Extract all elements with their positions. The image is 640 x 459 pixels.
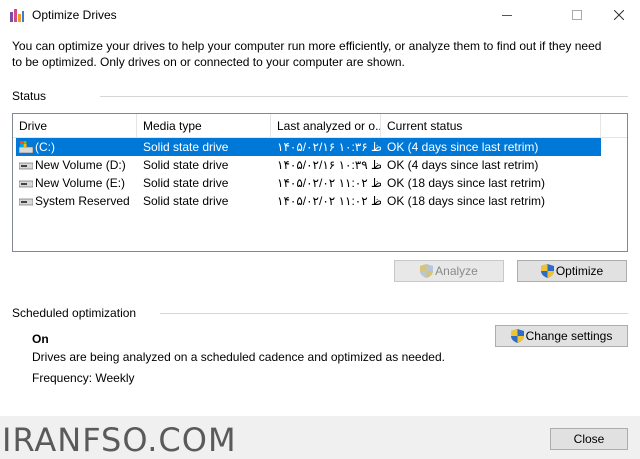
scheduled-optimization-label: Scheduled optimization xyxy=(12,306,137,320)
drive-icon xyxy=(19,180,33,188)
last-analyzed: ۱۴۰۵/۰۲/۱۶ ۱۰:۳۶ ق.ظ xyxy=(277,140,381,154)
close-icon xyxy=(614,10,624,20)
current-status: OK (18 days since last retrim) xyxy=(387,176,546,190)
list-header: Drive Media type Last analyzed or o... C… xyxy=(13,114,627,138)
drives-list[interactable]: Drive Media type Last analyzed or o... C… xyxy=(12,113,628,252)
media-type: Solid state drive xyxy=(143,158,229,172)
drive-name: (C:) xyxy=(35,140,55,154)
watermark-text: IRANFSO.COM xyxy=(2,421,237,459)
close-label: Close xyxy=(573,432,605,446)
maximize-button[interactable] xyxy=(554,0,600,30)
table-row[interactable]: System Reserved Solid state drive ۱۴۰۵/۰… xyxy=(16,192,601,210)
column-header-current-status[interactable]: Current status xyxy=(381,114,601,138)
column-header-drive[interactable]: Drive xyxy=(13,114,137,138)
title-bar: Optimize Drives xyxy=(0,0,640,30)
drive-name: New Volume (E:) xyxy=(35,176,126,190)
analyze-label: Analyze xyxy=(435,264,478,278)
close-window-button[interactable] xyxy=(596,0,640,30)
status-label: Status xyxy=(12,89,47,103)
maximize-icon xyxy=(572,10,582,20)
schedule-description: Drives are being analyzed on a scheduled… xyxy=(32,350,445,364)
change-settings-label: Change settings xyxy=(525,329,613,343)
drive-name: New Volume (D:) xyxy=(35,158,126,172)
current-status: OK (18 days since last retrim) xyxy=(387,194,546,208)
column-header-last-analyzed[interactable]: Last analyzed or o... xyxy=(271,114,381,138)
table-row[interactable]: (C:) Solid state drive ۱۴۰۵/۰۲/۱۶ ۱۰:۳۶ … xyxy=(16,138,601,156)
window-title: Optimize Drives xyxy=(32,8,117,22)
drive-icon xyxy=(19,198,33,206)
minimize-button[interactable] xyxy=(484,0,530,30)
uac-shield-icon xyxy=(510,329,524,343)
media-type: Solid state drive xyxy=(143,176,229,190)
table-row[interactable]: New Volume (D:) Solid state drive ۱۴۰۵/۰… xyxy=(16,156,601,174)
minimize-icon xyxy=(502,14,512,16)
media-type: Solid state drive xyxy=(143,194,229,208)
system-drive-icon xyxy=(19,141,33,153)
schedule-state: On xyxy=(32,332,49,346)
intro-text: You can optimize your drives to help you… xyxy=(12,39,602,69)
status-divider xyxy=(100,96,628,97)
last-analyzed: ۱۴۰۵/۰۲/۱۶ ۱۰:۳۹ ق.ظ xyxy=(277,158,381,172)
optimize-label: Optimize xyxy=(555,264,604,278)
current-status: OK (4 days since last retrim) xyxy=(387,158,539,172)
change-settings-button[interactable]: Change settings xyxy=(495,325,628,347)
current-status: OK (4 days since last retrim) xyxy=(387,140,539,154)
column-header-media-type[interactable]: Media type xyxy=(137,114,271,138)
optimize-drives-app-icon xyxy=(10,9,24,22)
close-button[interactable]: Close xyxy=(550,428,628,450)
scheduled-divider xyxy=(160,313,628,314)
last-analyzed: ۱۴۰۵/۰۲/۰۲ ۱۱:۰۲ ق.ظ xyxy=(277,194,381,208)
last-analyzed: ۱۴۰۵/۰۲/۰۲ ۱۱:۰۲ ق.ظ xyxy=(277,176,381,190)
analyze-button[interactable]: Analyze xyxy=(394,260,504,282)
drive-name: System Reserved xyxy=(35,194,130,208)
drive-icon xyxy=(19,162,33,170)
optimize-button[interactable]: Optimize xyxy=(517,260,627,282)
schedule-frequency: Frequency: Weekly xyxy=(32,371,135,385)
media-type: Solid state drive xyxy=(143,140,229,154)
table-row[interactable]: New Volume (E:) Solid state drive ۱۴۰۵/۰… xyxy=(16,174,601,192)
uac-shield-icon xyxy=(420,264,434,278)
uac-shield-icon xyxy=(540,264,554,278)
